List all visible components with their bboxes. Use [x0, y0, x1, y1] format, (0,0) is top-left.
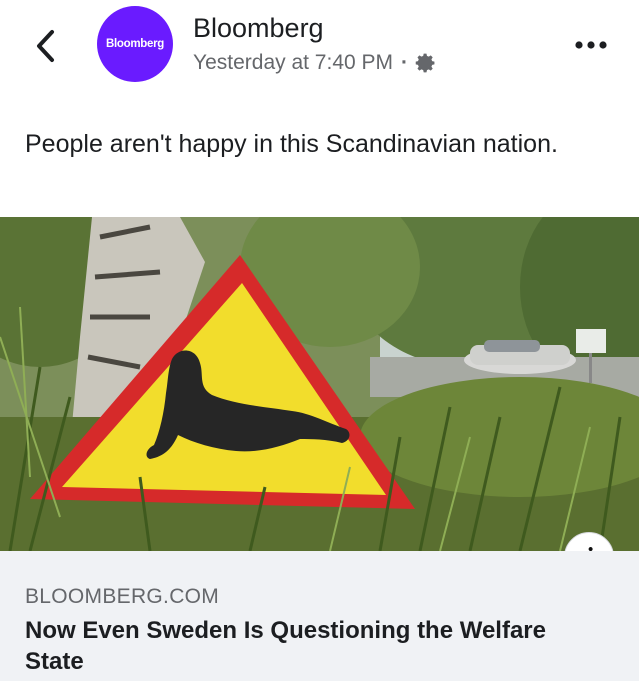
post-header: Bloomberg Bloomberg Yesterday at 7:40 PM…	[0, 0, 639, 95]
meta-separator: ·	[401, 51, 409, 74]
link-preview[interactable]: BLOOMBERG.COM Now Even Sweden Is Questio…	[0, 551, 639, 681]
link-headline[interactable]: Now Even Sweden Is Questioning the Welfa…	[25, 615, 585, 677]
avatar-logo-text: Bloomberg	[106, 38, 164, 50]
post-image[interactable]	[0, 217, 639, 551]
chevron-left-icon[interactable]	[28, 26, 64, 66]
timestamp[interactable]: Yesterday at 7:40 PM	[193, 51, 393, 75]
road-sign-photo	[0, 217, 639, 551]
post-card: Bloomberg Bloomberg Yesterday at 7:40 PM…	[0, 0, 639, 681]
gear-icon	[415, 53, 435, 73]
avatar[interactable]: Bloomberg	[97, 6, 173, 82]
post-meta: Yesterday at 7:40 PM ·	[193, 51, 437, 75]
page-name[interactable]: Bloomberg	[193, 13, 324, 44]
more-horizontal-icon[interactable]	[574, 38, 608, 52]
post-caption: People aren't happy in this Scandinavian…	[25, 130, 558, 158]
link-domain: BLOOMBERG.COM	[25, 585, 220, 608]
